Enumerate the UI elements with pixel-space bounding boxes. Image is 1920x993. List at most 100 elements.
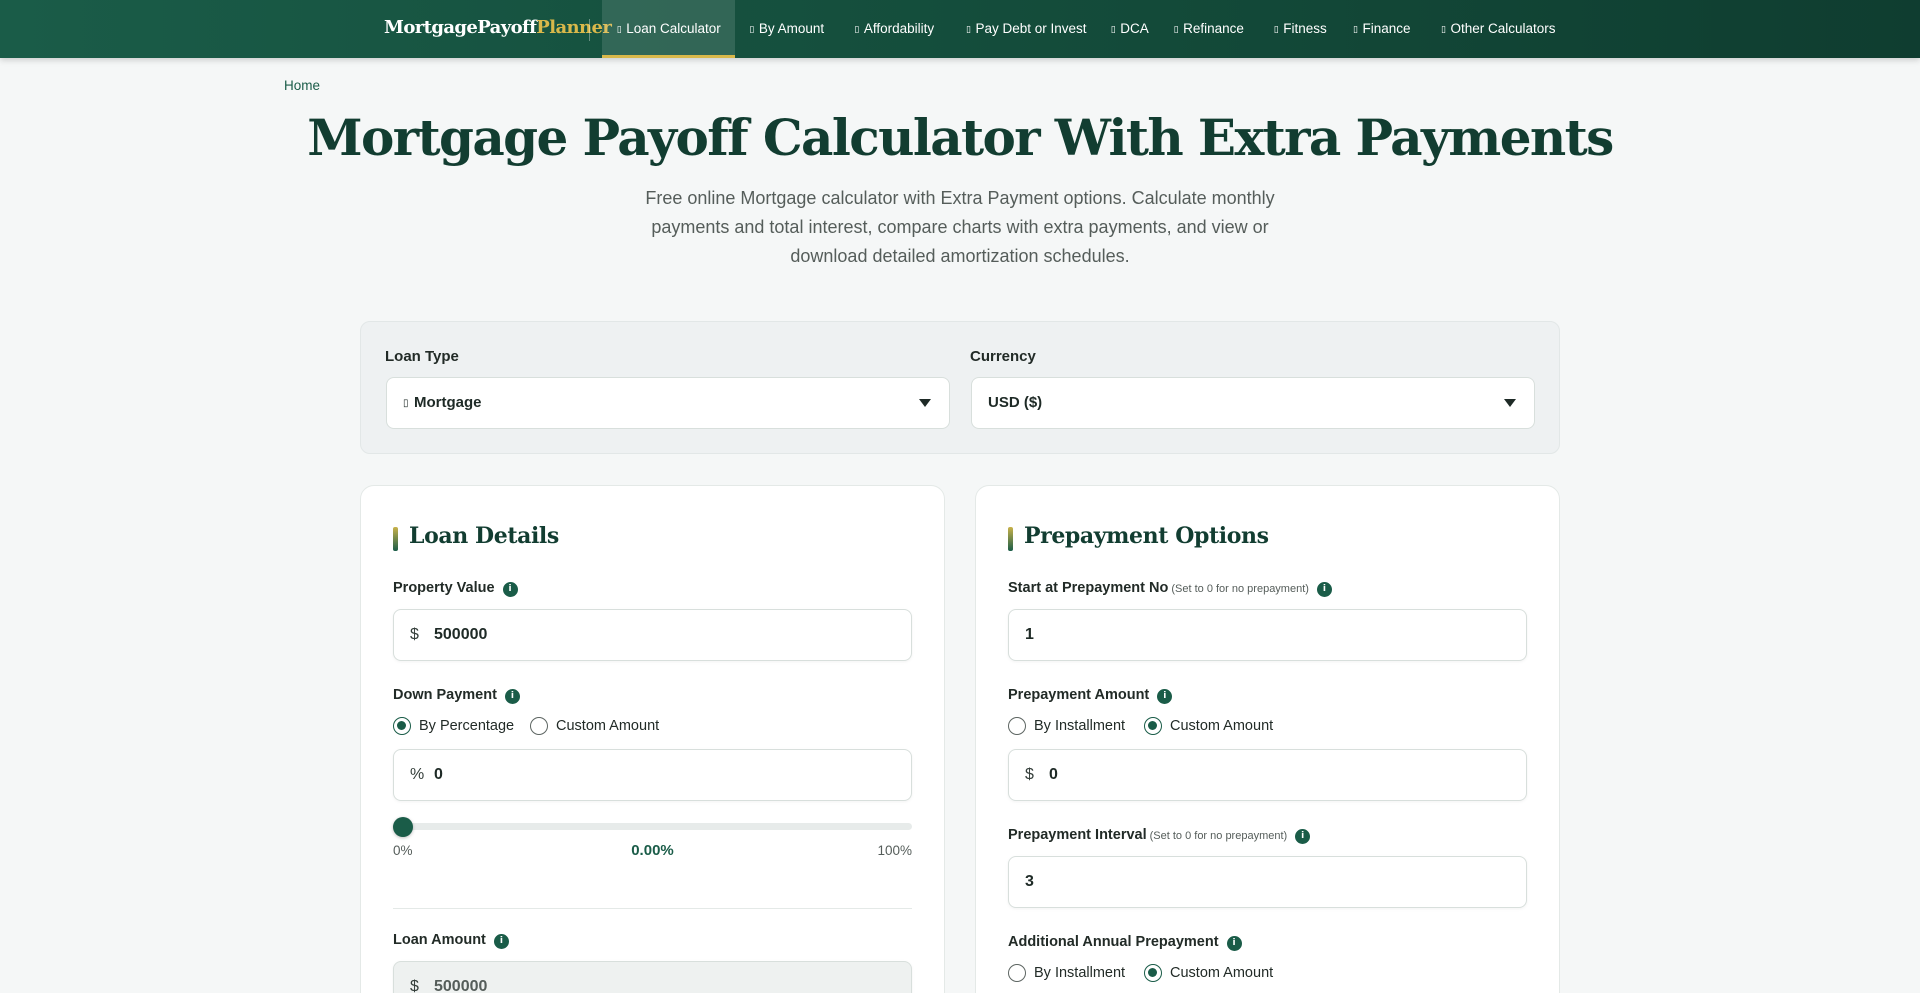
property-value-label-text: Property Value [393,580,495,596]
down-payment-label-text: Down Payment [393,687,497,703]
down-payment-label: Down Payment i [393,687,520,704]
annual-prepayment-mode: By Installment Custom Amount [1008,963,1527,983]
down-payment-slider[interactable] [393,823,912,830]
loan-details-title: Loan Details [393,523,559,551]
finance-icon: ▯ [1353,25,1358,35]
nav-item-pay-debt-or-invest[interactable]: ▯ Pay Debt or Invest [961,0,1091,58]
info-icon[interactable]: i [504,689,520,704]
loan-amount-value: 500000 [434,978,488,993]
brand-name-accent: Planner [536,17,612,38]
prepayment-interval-hint: (Set to 0 for no prepayment) [1149,830,1288,842]
start-prepayment-label: Start at Prepayment No (Set to 0 for no p… [1008,580,1332,597]
currency-value: USD ($) [988,394,1043,411]
nav-item-affordability[interactable]: ▯ Affordability [846,0,942,58]
nav-item-fitness[interactable]: ▯ Fitness [1269,0,1331,58]
loan-amount-input[interactable]: $ 500000 [393,961,912,993]
prepayment-amount-label: Prepayment Amount i [1008,687,1173,704]
loan-details-card: Loan Details Property Value i $ 500000 Do… [360,485,945,993]
currency-label: Currency [970,348,1036,365]
nav-item-loan-calculator[interactable]: ▯ Loan Calculator [602,0,735,58]
prepayment-interval-value: 3 [1025,873,1034,890]
radio-circle [1008,964,1026,982]
chevron-down-icon [919,399,931,407]
nav-item-label: Fitness [1283,21,1327,36]
radio-label: By Percentage [419,718,515,734]
accent-bar [393,527,398,551]
nav-item-label: Other Calculators [1450,21,1556,36]
nav-item-refinance[interactable]: ▯ Refinance [1170,0,1247,58]
nav-item-label: Finance [1362,21,1411,36]
loan-details-heading: Loan Details [409,523,559,549]
nav-item-label: DCA [1120,21,1149,36]
property-value-label: Property Value i [393,580,518,597]
radio-label: Custom Amount [1170,718,1274,734]
loan-type-value: Mortgage [414,394,482,411]
page-title: Mortgage Payoff Calculator With Extra Pa… [307,108,1614,167]
nav-item-label: Refinance [1183,21,1244,36]
home-icon: ▯ [854,25,860,35]
radio-label: Custom Amount [1170,965,1274,981]
annual-prepayment-label: Additional Annual Prepayment i [1008,934,1242,951]
nav-item-label: Affordability [863,21,935,36]
breadcrumb-home[interactable]: Home [284,78,320,93]
start-prepayment-value: 1 [1025,626,1034,643]
refresh-icon: ▯ [1173,25,1179,35]
start-prepayment-input[interactable]: 1 [1008,609,1527,661]
info-icon[interactable]: i [1295,829,1311,844]
nav-item-label: Pay Debt or Invest [975,21,1087,36]
radio-label: Custom Amount [556,718,660,734]
info-icon[interactable]: i [1157,689,1173,704]
down-payment-input[interactable]: % 0 [393,749,912,801]
prepayment-interval-label: Prepayment Interval (Set to 0 for no prep… [1008,827,1311,844]
accent-bar [1008,527,1013,551]
radio-circle [393,717,411,735]
nav-divider [589,19,590,41]
radio-circle [1144,717,1162,735]
radio-circle [1144,964,1162,982]
property-value-input[interactable]: $ 500000 [393,609,912,661]
currency-prefix: $ [1025,766,1034,783]
info-icon[interactable]: i [502,582,518,597]
chart-icon: ▯ [1110,25,1116,35]
currency-prefix: $ [410,978,419,993]
slider-value-label: 0.00% [631,842,674,859]
start-prepayment-hint: (Set to 0 for no prepayment) [1171,583,1309,595]
radio-circle [530,717,548,735]
house-icon: ▯ [403,398,409,409]
start-prepayment-label-text: Start at Prepayment No [1008,580,1169,596]
info-icon[interactable]: i [493,934,509,949]
loan-amount-label: Loan Amount i [393,932,509,949]
info-icon[interactable]: i [1316,582,1332,597]
amount-icon: ▯ [749,25,755,35]
chevron-down-icon [1504,399,1516,407]
percent-prefix: % [410,766,425,783]
prepayment-options-card: Prepayment Options Start at Prepayment N… [975,485,1560,993]
prepayment-interval-input[interactable]: 3 [1008,856,1527,908]
loan-amount-label-text: Loan Amount [393,932,486,948]
top-nav: MortgagePayoffPlanner ▯ Loan Calculator ▯… [0,0,1920,58]
nav-item-dca[interactable]: ▯ DCA [1108,0,1151,58]
section-divider [393,908,912,909]
prepayment-amount-label-text: Prepayment Amount [1008,687,1150,703]
nav-item-other-calculators[interactable]: ▯ Other Calculators [1435,0,1561,58]
calculator-icon: ▯ [616,25,622,35]
currency-select[interactable]: USD ($) [971,377,1535,429]
property-value-value: 500000 [434,626,488,643]
nav-item-by-amount[interactable]: ▯ By Amount [741,0,832,58]
loan-type-select[interactable]: ▯ Mortgage [386,377,950,429]
radio-circle [1008,717,1026,735]
radio-label: By Installment [1034,718,1126,734]
selector-panel: Loan Type ▯ Mortgage Currency USD ($) [360,321,1560,454]
prepayment-interval-label-text: Prepayment Interval [1008,827,1147,843]
nav-item-finance[interactable]: ▯ Finance [1349,0,1414,58]
info-icon[interactable]: i [1226,936,1242,951]
grid-icon: ▯ [1440,25,1446,35]
brand-logo[interactable]: MortgagePayoffPlanner [384,17,612,38]
fitness-icon: ▯ [1273,25,1279,35]
scale-icon: ▯ [965,25,971,35]
down-payment-mode: By Percentage Custom Amount [393,716,912,736]
prepayment-amount-input[interactable]: $ 0 [1008,749,1527,801]
prepayment-options-heading: Prepayment Options [1024,523,1269,549]
annual-prepayment-label-text: Additional Annual Prepayment [1008,934,1219,950]
slider-thumb[interactable] [393,817,413,837]
